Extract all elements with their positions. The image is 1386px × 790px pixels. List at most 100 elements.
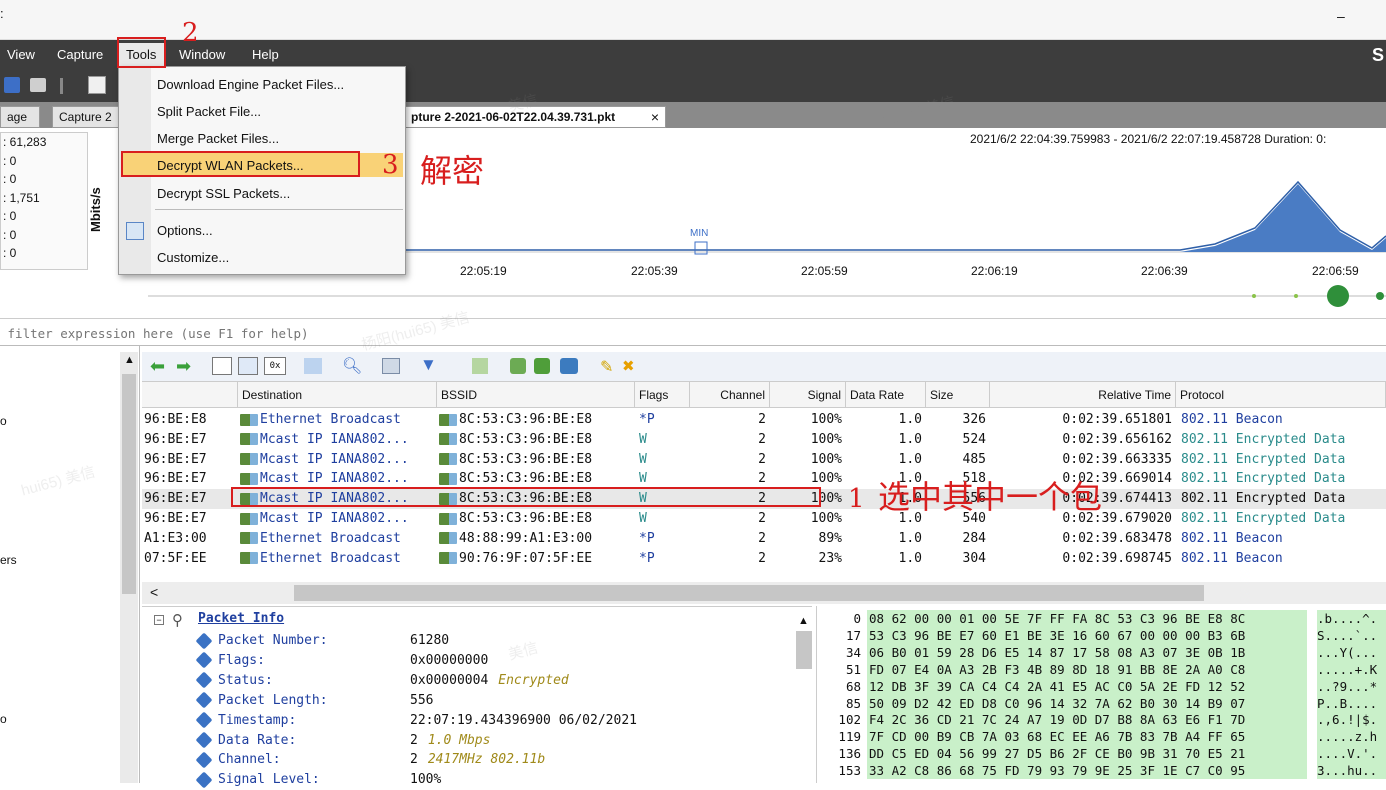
decode-icon[interactable] [472,358,488,374]
scroll-left-icon[interactable]: < [150,584,158,600]
col-protocol[interactable]: Protocol [1176,382,1386,408]
menu-item-decrypt-ssl[interactable]: Decrypt SSL Packets... [157,186,290,201]
toolbar-separator [60,78,63,94]
hex-bytes[interactable]: F4 2C 36 CD 21 7C 24 A7 19 0D D7 B8 8A 6… [867,711,1307,729]
menu-view[interactable]: View [7,47,35,62]
col-size[interactable]: Size [926,382,990,408]
columns-icon[interactable] [304,358,322,374]
scroll-up-icon[interactable]: ▲ [124,354,135,366]
col-data-rate[interactable]: Data Rate [846,382,926,408]
add-node-icon[interactable] [510,358,526,374]
table-row[interactable]: 96:BE:E7 Mcast IP IANA802... 8C:53:C3:96:B… [142,450,1386,470]
packet-field[interactable]: Packet Number: 61280 [195,631,459,651]
nav-label[interactable]: o [0,414,7,428]
hex-ascii[interactable]: ..?9...* [1317,677,1386,695]
hex-ascii[interactable]: 3...hu.. [1317,762,1386,780]
menu-item-download-engine-files[interactable]: Download Engine Packet Files... [157,77,344,92]
col-destination[interactable]: Destination [238,382,437,408]
edit-icon[interactable]: ✎ [600,357,613,377]
packet-field[interactable]: Data Rate: 2 1.0 Mbps [195,731,490,751]
menu-item-options[interactable]: Options... [157,223,213,238]
packet-list-toolbar: ⬅ ➡ 0x 🔍︎ ▼ ✎ ✖ [142,352,1386,382]
hex-ascii[interactable]: .....z.h [1317,728,1386,746]
packet-info-icon: ⚲ [172,612,183,629]
node-icon [439,433,457,446]
export-icon[interactable] [560,358,578,374]
nav-label[interactable]: ers [0,553,17,567]
filter-input[interactable] [0,322,1380,344]
packet-field[interactable]: Status: 0x00000004 Encrypted [195,671,569,691]
search-icon[interactable]: 🔍︎ [342,356,362,376]
list-view-icon[interactable] [212,357,232,375]
menu-item-customize[interactable]: Customize... [157,250,229,265]
hex-bytes[interactable]: 06 B0 01 59 28 D6 E5 14 87 17 58 08 A3 0… [867,643,1307,661]
back-arrow-icon[interactable]: ⬅ [150,356,165,377]
menu-item-merge-packet-files[interactable]: Merge Packet Files... [157,131,279,146]
hex-bytes[interactable]: FD 07 E4 0A A3 2B F3 4B 89 8D 18 91 BB 8… [867,660,1307,678]
col-relative-time[interactable]: Relative Time [990,382,1176,408]
menu-capture[interactable]: Capture [57,47,103,62]
hex-view-icon[interactable]: 0x [264,357,286,375]
left-scrollbar[interactable]: ▲ [120,352,138,783]
col-flags[interactable]: Flags [635,382,690,408]
scroll-thumb[interactable] [122,374,136,594]
packet-field[interactable]: Flags: 0x00000000 [195,651,498,671]
col-channel[interactable]: Channel [690,382,770,408]
table-row[interactable]: 96:BE:E7 Mcast IP IANA802... 8C:53:C3:96:B… [142,430,1386,450]
packet-field[interactable]: Signal Level: 100% [195,770,451,790]
print-icon[interactable] [30,78,46,92]
close-tab-icon[interactable]: × [651,109,659,125]
minimize-button[interactable]: – [1337,8,1345,24]
hex-ascii[interactable]: ...Y(... [1317,643,1386,661]
hex-bytes[interactable]: DD C5 ED 04 56 99 27 D5 B6 2F CE B0 9B 3… [867,745,1307,763]
hex-ascii[interactable]: S....`.. [1317,626,1386,644]
filter-funnel-icon[interactable]: ▼ [420,355,437,375]
hex-offset: 85 [845,695,861,711]
cell-text: 802.11 Encrypted Data [1181,431,1346,447]
detail-view-icon[interactable] [238,357,258,375]
hex-bytes[interactable]: 7F CD 00 B9 CB 7A 03 68 EC EE A6 7B 83 7… [867,728,1307,746]
options-icon [126,222,144,240]
table-row[interactable]: 96:BE:E8 Ethernet Broadcast 8C:53:C3:96:BE… [142,410,1386,430]
menu-window[interactable]: Window [179,47,225,62]
node-group-icon[interactable] [534,358,550,374]
display-icon[interactable] [382,358,400,374]
cell-text: Mcast IP IANA802... [260,451,409,467]
hex-bytes[interactable]: 08 62 00 00 01 00 5E 7F FF FA 8C 53 C3 9… [867,610,1307,627]
collapse-icon[interactable]: − [154,615,164,625]
detail-scroll-thumb[interactable] [796,631,812,669]
hex-ascii[interactable]: .b....^. [1317,610,1386,627]
hex-bytes[interactable]: 33 A2 C8 86 68 75 FD 79 93 79 9E 25 3F 1… [867,762,1307,780]
menu-help[interactable]: Help [252,47,279,62]
hex-ascii[interactable]: .,6.!|$. [1317,711,1386,729]
hscroll-thumb[interactable] [294,585,1204,601]
col-source[interactable] [142,382,238,408]
table-row[interactable]: 07:5F:EE Ethernet Broadcast 90:76:9F:07:5F… [142,549,1386,569]
table-row[interactable]: 96:BE:E7 Mcast IP IANA802... 8C:53:C3:96:B… [142,509,1386,529]
table-row[interactable]: A1:E3:00 Ethernet Broadcast 48:88:99:A1:E3… [142,529,1386,549]
packet-field[interactable]: Channel: 2 2417MHz 802.11b [195,750,545,770]
save-icon[interactable] [4,77,20,93]
report-icon[interactable] [88,76,106,94]
hex-ascii[interactable]: ....V.'. [1317,745,1386,763]
packet-info-title[interactable]: Packet Info [198,611,284,626]
packet-field[interactable]: Packet Length: 556 [195,691,443,711]
nav-label[interactable]: o [0,712,7,726]
tab-capture2[interactable]: Capture 2 [52,106,122,128]
packet-field[interactable]: Timestamp: 22:07:19.434396900 06/02/2021 [195,711,647,731]
hex-ascii[interactable]: .....+.K [1317,660,1386,678]
cell-text: 2 [758,431,766,447]
packet-list-hscrollbar[interactable]: < [142,582,1386,604]
tab-page[interactable]: age [0,106,40,128]
hex-bytes[interactable]: 50 09 D2 42 ED D8 C0 96 14 32 7A 62 B0 3… [867,694,1307,712]
col-signal[interactable]: Signal [770,382,846,408]
hex-ascii[interactable]: P..B.... [1317,694,1386,712]
clear-icon[interactable]: ✖ [622,357,635,375]
forward-arrow-icon[interactable]: ➡ [176,356,191,377]
hex-bytes[interactable]: 53 C3 96 BE E7 60 E1 BE 3E 16 60 67 00 0… [867,626,1307,644]
col-bssid[interactable]: BSSID [437,382,635,408]
scroll-up-icon[interactable]: ▲ [798,615,809,627]
hex-bytes[interactable]: 12 DB 3F 39 CA C4 C4 2A 41 E5 AC C0 5A 2… [867,677,1307,695]
menu-item-split-packet-file[interactable]: Split Packet File... [157,104,261,119]
field-value: 0x00000004 [410,672,489,688]
